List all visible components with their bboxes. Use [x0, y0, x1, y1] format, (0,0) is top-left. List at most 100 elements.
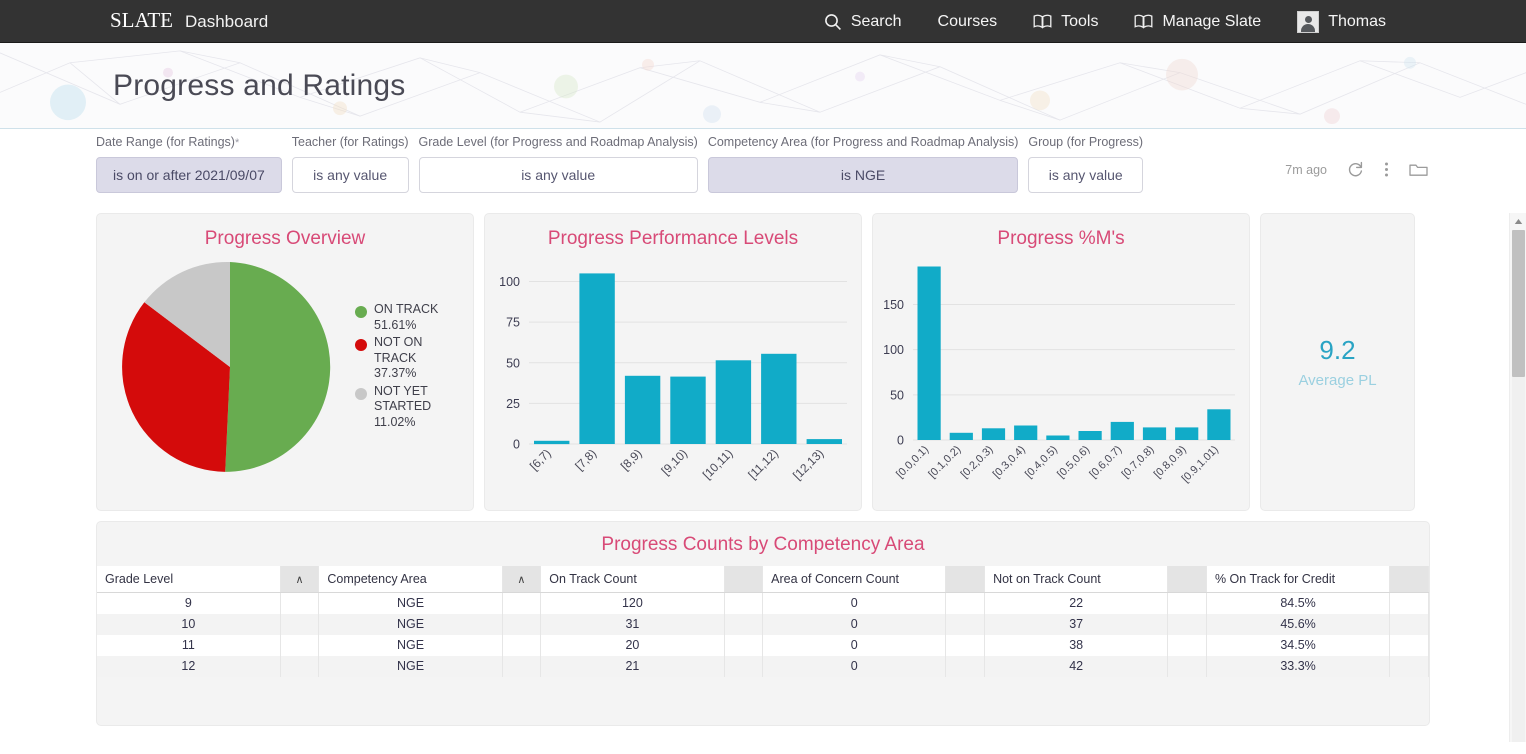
legend-item-on-track[interactable]: ON TRACK 51.61% [355, 302, 448, 333]
x-axis-tick-label: [12,13) [790, 446, 826, 482]
x-axis-tick-label: [0.3,0.4) [991, 444, 1028, 481]
vertical-scrollbar[interactable] [1509, 213, 1526, 742]
column-header-on-track-count[interactable]: On Track Count [540, 566, 725, 593]
nav-item-manage-slate[interactable]: Manage Slate [1134, 13, 1261, 31]
nav-item-tools[interactable]: Tools [1033, 13, 1098, 31]
bar[interactable] [534, 440, 570, 445]
filter-value-grade-level[interactable]: is any value [418, 157, 698, 193]
nav-links: Search Courses Tools Manage Slate Thomas [788, 10, 1386, 33]
progress-pct-ms-bar-chart[interactable]: 0 50 100 150 [0.0,0.1)[0.1,0.2)[0.2,0.3)[0.3… [873, 250, 1249, 506]
bar[interactable] [1046, 435, 1070, 441]
bar[interactable] [917, 266, 941, 441]
table-cell-spacer [1167, 592, 1207, 614]
legend-item-not-on-track[interactable]: NOT ON TRACK 37.37% [355, 335, 448, 382]
x-axis-tick-label: [8,9) [618, 446, 645, 473]
filter-value-teacher[interactable]: is any value [291, 157, 409, 193]
sort-toggle-area-of-concern-count[interactable] [945, 566, 986, 593]
sort-toggle-not-on-track-count[interactable] [1167, 566, 1207, 593]
legend-item-not-yet-started[interactable]: NOT YET STARTED 11.02% [355, 384, 448, 431]
progress-overview-pie[interactable] [119, 256, 341, 478]
table-cell: 37 [984, 613, 1169, 635]
y-axis-tick-label: 0 [897, 434, 904, 448]
bar[interactable] [579, 273, 615, 444]
brand[interactable]: SLATE Dashboard [110, 10, 268, 33]
pie-slice-on-track[interactable] [225, 262, 331, 472]
nav-item-search[interactable]: Search [824, 13, 902, 31]
table-row[interactable]: 11 NGE 20 0 38 34.5% [97, 634, 1429, 656]
column-header-area-of-concern-count[interactable]: Area of Concern Count [762, 566, 947, 593]
table-row[interactable]: 10 NGE 31 0 37 45.6% [97, 613, 1429, 635]
refresh-icon[interactable] [1347, 161, 1364, 178]
column-header-competency-area[interactable]: Competency Area [318, 566, 503, 593]
kpi-label: Average PL [1298, 372, 1377, 389]
folder-icon[interactable] [1409, 162, 1428, 178]
sort-toggle-pct-on-track[interactable] [1389, 566, 1429, 593]
progress-performance-levels-bar-chart[interactable]: 0255075100[6,7) [7,8) [8,9) [9,10) [10,11) [1… [485, 250, 861, 506]
x-axis-tick-label: [0.7,0.8) [1120, 444, 1157, 481]
bar[interactable] [1078, 431, 1102, 440]
dashboard-content: Progress Overview ON TRACK 51.61% NOT ON… [0, 213, 1526, 742]
table-cell: 38 [984, 634, 1169, 656]
filter-value-date-range[interactable]: is on or after 2021/09/07 [96, 157, 282, 193]
scrollbar-thumb[interactable] [1512, 230, 1525, 377]
app-title: Dashboard [185, 11, 269, 31]
table-cell: 20 [540, 634, 725, 656]
filter-value-group[interactable]: is any value [1028, 157, 1144, 193]
legend-value: 51.61% [374, 317, 417, 332]
nav-item-courses[interactable]: Courses [938, 13, 998, 31]
sort-toggle-on-track-count[interactable] [724, 566, 764, 593]
table-cell: 0 [762, 655, 947, 677]
x-axis-tick-label: [6,7) [527, 446, 554, 473]
bar[interactable] [1110, 421, 1134, 440]
table-cell: 120 [540, 592, 725, 614]
x-axis-tick-label: [0.0,0.1) [894, 444, 931, 481]
scroll-up-arrow-icon[interactable] [1510, 213, 1526, 230]
table-cell: 42 [984, 655, 1169, 677]
bar[interactable] [1207, 409, 1231, 440]
x-axis-tick-label: [0.1,0.2) [926, 444, 963, 481]
column-header-not-on-track-count[interactable]: Not on Track Count [984, 566, 1169, 593]
bar[interactable] [1014, 425, 1038, 441]
nav-item-user[interactable]: Thomas [1297, 10, 1386, 33]
table-row[interactable]: 9 NGE 120 0 22 84.5% [97, 592, 1429, 614]
table-cell-spacer [502, 592, 542, 614]
bar[interactable] [806, 439, 842, 444]
bar[interactable] [1142, 427, 1167, 440]
table-cell: NGE [318, 634, 503, 656]
table-cell: 10 [97, 613, 281, 635]
sort-toggle-grade-level[interactable]: ∧ [280, 566, 320, 593]
bar[interactable] [670, 376, 706, 444]
filter-value-competency-area[interactable]: is NGE [707, 157, 1019, 193]
table-cell: 31 [540, 613, 725, 635]
bar[interactable] [761, 353, 797, 444]
table-row[interactable]: 12 NGE 21 0 42 33.3% [97, 655, 1429, 677]
tile-progress-pct-ms: Progress %M's 0 50 100 150 [0.0,0.1) [0.1,0.2… [872, 213, 1250, 511]
bar[interactable] [981, 428, 1006, 440]
nav-label-user: Thomas [1328, 12, 1386, 30]
bar[interactable] [715, 360, 752, 444]
page-banner: Progress and Ratings [0, 43, 1526, 129]
filter-group: Group (for Progress) is any value [1028, 135, 1144, 193]
x-axis-tick-label: [0.2,0.3) [959, 444, 996, 481]
bar[interactable] [949, 432, 973, 440]
scrollbar-track[interactable] [1512, 377, 1525, 742]
slate-logo: SLATE [110, 8, 173, 32]
filter-label-teacher: Teacher (for Ratings) [291, 135, 409, 149]
table-cell-spacer [502, 655, 542, 677]
column-header-pct-on-track-for-credit[interactable]: % On Track for Credit [1206, 566, 1391, 593]
sort-toggle-competency-area[interactable]: ∧ [502, 566, 542, 593]
x-axis-tick-label: [0.5,0.6) [1055, 444, 1092, 481]
column-header-grade-level[interactable]: Grade Level [97, 566, 281, 593]
kebab-menu-icon[interactable] [1384, 161, 1389, 178]
table-cell-spacer [945, 613, 986, 635]
legend-value: 11.02% [374, 414, 416, 429]
y-axis-tick-label: 150 [883, 298, 904, 312]
bar[interactable] [624, 375, 661, 445]
chevron-up-icon: ∧ [517, 574, 526, 586]
table-cell-spacer [280, 655, 320, 677]
bar[interactable] [1175, 427, 1199, 440]
x-axis-tick-label: [0.6,0.7) [1087, 444, 1124, 481]
avatar [1297, 10, 1320, 33]
table-cell-spacer [724, 592, 764, 614]
top-navigation-bar: SLATE Dashboard Search Courses Tools Man… [0, 0, 1526, 43]
